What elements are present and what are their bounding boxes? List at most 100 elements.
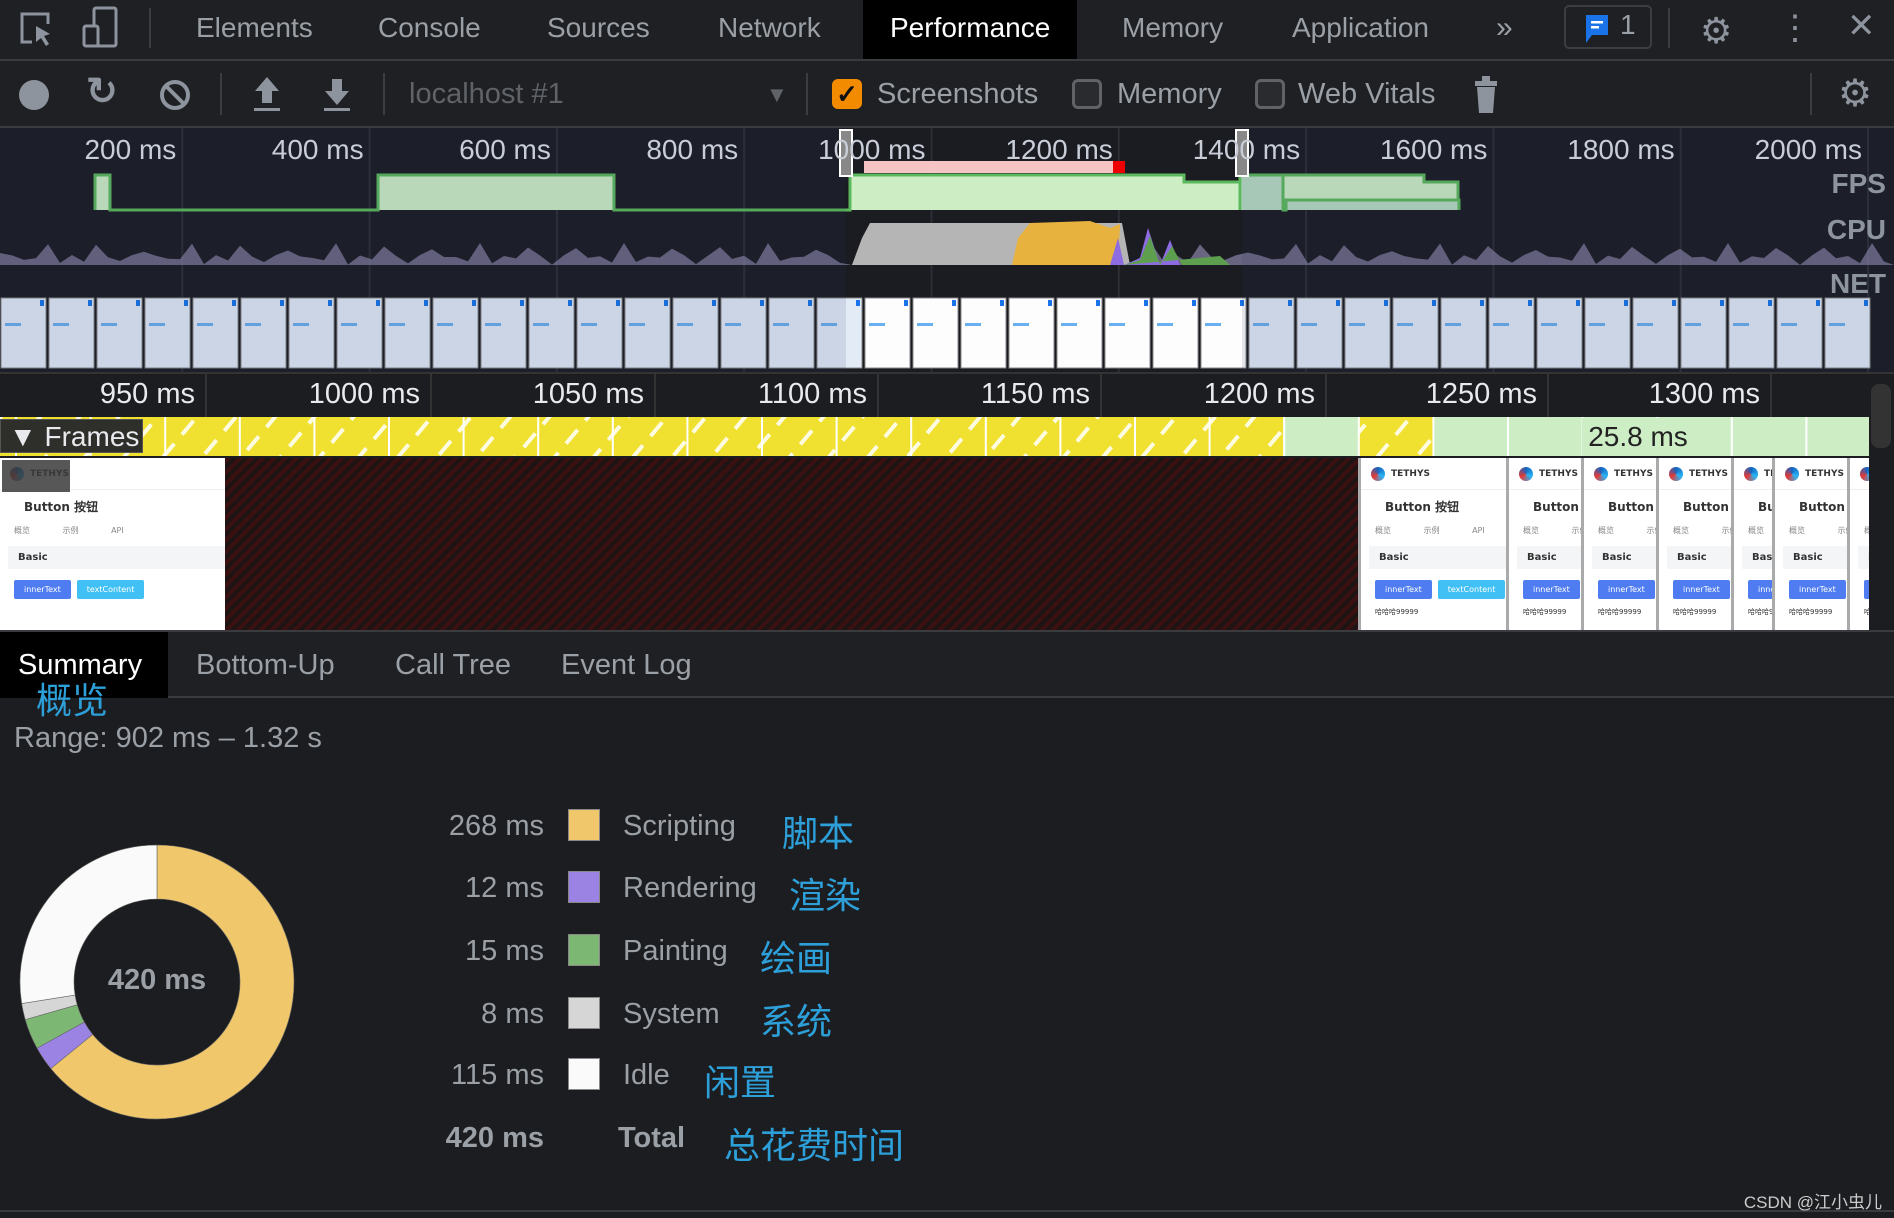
divider [1810,73,1812,115]
thumbnail-button-mark [1061,323,1077,326]
legend-label: Painting [623,935,728,967]
legend-annotation: 渲染 [789,875,862,916]
tab-event-log[interactable]: Event Log [561,632,692,698]
vertical-scrollbar[interactable] [1871,384,1891,448]
inspect-element-icon[interactable] [18,10,56,50]
screenshot-footer: 哈哈哈99999 [1748,608,1772,616]
timeline-overview[interactable]: 200 ms 400 ms 600 ms 800 ms 1000 ms 1200 ms 14… [0,128,1894,372]
frames-track-toggle[interactable]: ▼ Frames [0,419,143,453]
screenshot-buttons: innerTexttextContent [0,569,225,599]
legend-swatch [568,997,600,1029]
screenshot-brand: TETHYS [1539,469,1578,479]
screenshot-frame[interactable]: TETHYSButton 按钮概览 示例 APIBasicinnerTextte… [1506,458,1581,630]
thumbnail-menu-mark [1048,300,1052,306]
clear-icon[interactable] [158,78,192,112]
issues-button[interactable]: 1 [1564,5,1652,49]
download-profile-icon[interactable] [322,75,352,115]
divider [1668,8,1670,48]
legend-swatch [568,1058,600,1090]
record-button[interactable] [19,80,49,110]
dropped-frame[interactable] [1358,417,1433,456]
screenshot-frame[interactable]: TETHYSButton 按钮概览 示例 APIBasicinnerTextte… [1772,458,1847,630]
tab-network[interactable]: Network [718,0,821,59]
screenshot-section: Basic [1742,546,1772,569]
tab-call-tree[interactable]: Call Tree [395,632,511,698]
detail-ruler-label: 1200 ms [1203,378,1315,410]
thumbnail-button-mark [917,323,933,326]
thumbnail-button-mark [965,323,981,326]
overview-ruler-label: 1400 ms [1192,134,1301,165]
web-vitals-label: Web Vitals [1298,78,1436,110]
cpu-scripting-area [1012,221,1120,265]
tab-bottom-up[interactable]: Bottom-Up [196,632,335,698]
screenshot-footer: 哈哈哈99999 [1598,608,1642,616]
settings-gear-icon[interactable]: ⚙ [1700,10,1732,52]
legend-annotation: 脚本 [782,813,855,854]
screenshot-subtabs: 概览 示例 API [14,526,124,535]
legend-label: Idle [623,1059,670,1091]
issues-message-icon [1586,15,1608,43]
close-icon[interactable]: ✕ [1847,6,1876,46]
web-vitals-checkbox[interactable] [1255,79,1285,109]
tab-console[interactable]: Console [378,0,481,59]
screenshot-title: Button 按钮 [1533,500,1581,514]
screenshot-button: innerText [1864,580,1869,599]
screenshot-frame[interactable]: TETHYSButton 按钮概览 示例 APIBasicinnerTextte… [1581,458,1656,630]
screenshot-frame[interactable]: TETHYSButton 按钮概览 示例 APIBasicinnerTextte… [0,458,225,630]
screenshot-frame[interactable]: TETHYSButton 按钮概览 示例 APIBasicinnerTextte… [1358,458,1506,630]
legend-value: 15 ms [465,935,544,967]
frame[interactable] [1283,417,1358,456]
legend-annotation: 闲置 [704,1062,777,1103]
device-toolbar-icon[interactable] [82,6,122,50]
detail-gridline [205,374,207,417]
legend-label: Rendering [623,872,757,904]
screenshot-button: innerText [1673,580,1730,599]
chevron-down-icon[interactable]: ▼ [766,61,788,128]
screenshot-footer: 哈哈哈99999 [1673,608,1717,616]
screenshot-title: Button 按钮 [1758,500,1772,514]
legend-value: 268 ms [448,810,544,842]
upload-profile-icon[interactable] [252,75,282,115]
screenshot-subtabs: 概览 示例 API [1850,515,1869,536]
tethys-logo-icon [1744,467,1758,481]
screenshot-header: TETHYS [1850,458,1869,490]
more-options-icon[interactable]: ⋮ [1778,6,1812,50]
screenshots-track[interactable]: TETHYSButton 按钮概览 示例 APIBasicinnerTextte… [0,458,1869,630]
screenshot-button: innerText [1748,580,1772,599]
screenshot-title: Button 按钮 [24,500,99,514]
screenshot-frame[interactable]: TETHYSButton 按钮概览 示例 APIBasicinnerTextte… [1656,458,1731,630]
thumbnail-menu-mark [1144,300,1148,306]
tab-performance[interactable]: Performance [863,0,1078,59]
fps-track-label: FPS [1831,168,1886,199]
screenshot-buttons: innerTexttextContent [1361,569,1506,599]
thumbnail-button-mark [869,323,885,326]
tab-sources[interactable]: Sources [547,0,650,59]
screenshot-title: Button 按钮 [1799,500,1847,514]
screenshot-brand: TETHYS [1689,469,1728,479]
more-tabs-button[interactable]: » [1496,0,1513,59]
tab-elements[interactable]: Elements [196,0,313,59]
thumbnail-menu-mark [1096,300,1100,306]
memory-checkbox[interactable] [1072,79,1102,109]
screenshot-title: Button 按钮 [1683,500,1731,514]
screenshot-button: textContent [76,580,145,599]
screenshot-frame[interactable]: TETHYSButton 按钮概览 示例 APIBasicinnerTextte… [1731,458,1772,630]
screenshot-buttons: innerTexttextContent [1850,569,1869,599]
net-track-label: NET [1830,268,1886,299]
screenshots-checkbox[interactable]: ✓ [832,79,862,109]
legend-swatch [568,871,600,903]
tab-memory[interactable]: Memory [1122,0,1223,59]
dropped-frame[interactable] [0,417,1283,456]
detail-gridline [1325,374,1327,417]
collect-garbage-trash-icon[interactable] [1473,75,1499,115]
tab-application[interactable]: Application [1292,0,1429,59]
screenshot-frame[interactable]: TETHYSButton 按钮概览 示例 APIBasicinnerTextte… [1847,458,1869,630]
reload-record-icon[interactable]: ↻ [86,69,118,114]
screenshot-brand: TETHYS [1614,469,1653,479]
total-annotation: 总花费时间 [724,1125,905,1166]
triangle-down-icon: ▼ [9,421,45,452]
target-select[interactable]: localhost #1 [409,61,564,128]
capture-settings-gear-icon[interactable]: ⚙ [1838,71,1872,116]
screenshot-header: TETHYS [1361,458,1506,490]
screenshot-hover-overlay [2,460,70,492]
